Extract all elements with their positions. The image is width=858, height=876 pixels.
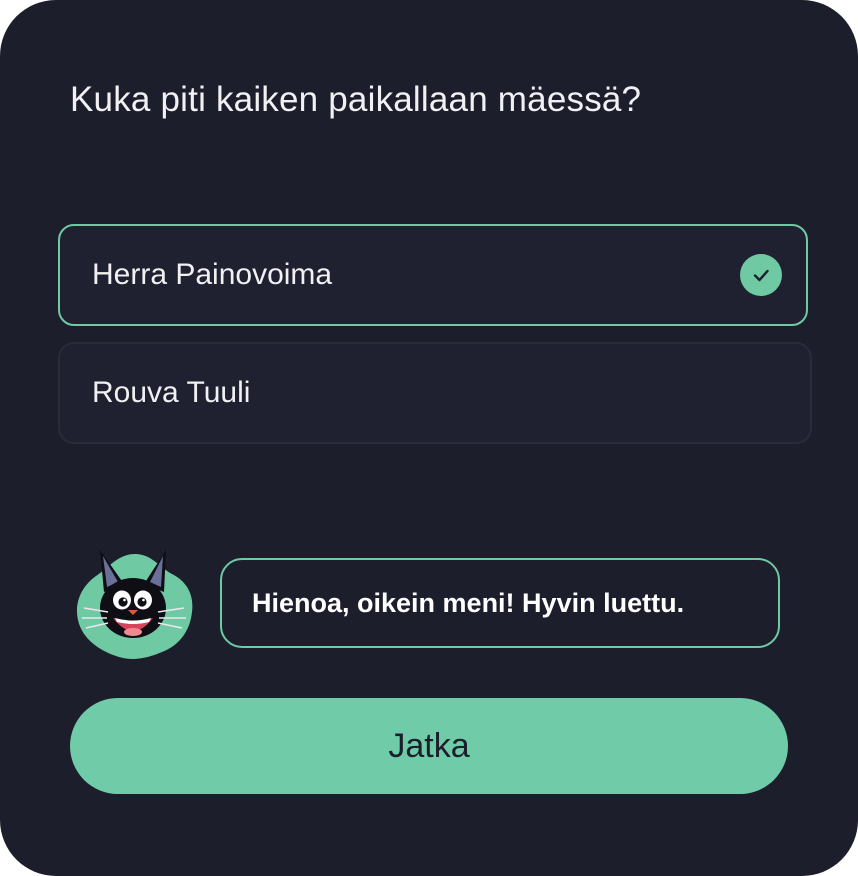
answer-option-label: Herra Painovoima [92, 258, 333, 291]
answer-option-herra-painovoima[interactable]: Herra Painovoima [58, 224, 808, 326]
quiz-card: Kuka piti kaiken paikallaan mäessä? Herr… [0, 0, 858, 876]
continue-button[interactable]: Jatka [70, 698, 788, 794]
checkmark-icon [740, 254, 782, 296]
feedback-speech-bubble: Hienoa, oikein meni! Hyvin luettu. [220, 558, 780, 648]
answer-option-label: Rouva Tuuli [92, 376, 251, 409]
answer-option-rouva-tuuli[interactable]: Rouva Tuuli [58, 342, 812, 444]
feedback-message: Hienoa, oikein meni! Hyvin luettu. [252, 587, 685, 618]
cat-mascot-icon [74, 544, 196, 666]
question-text: Kuka piti kaiken paikallaan mäessä? [70, 80, 642, 119]
